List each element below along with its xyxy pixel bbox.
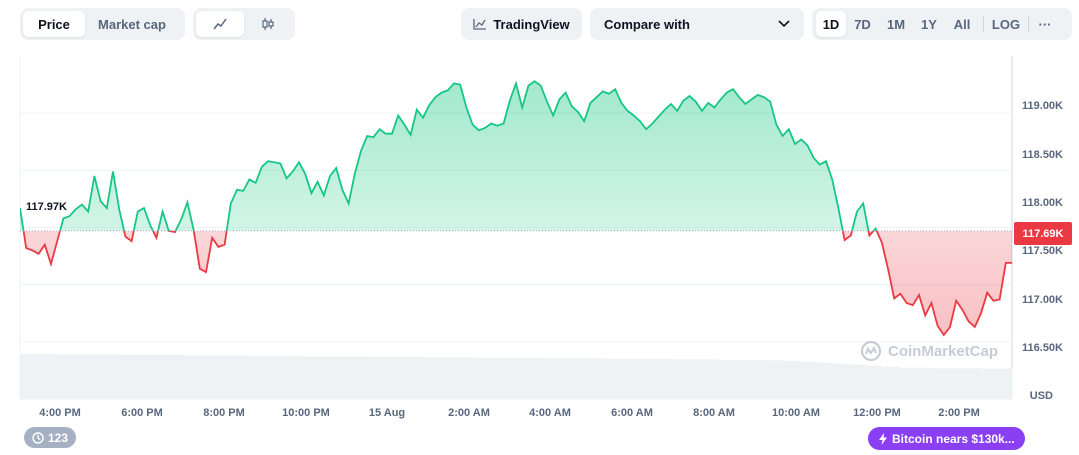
x-tick-label: 4:00 PM xyxy=(39,407,81,419)
x-tick-label: 4:00 AM xyxy=(529,407,571,419)
volume-bar xyxy=(68,354,86,399)
volume-bar xyxy=(849,364,867,399)
x-tick-label: 8:00 AM xyxy=(693,407,735,419)
volume-bar xyxy=(394,356,411,399)
volume-bar xyxy=(784,360,802,399)
volume-bar xyxy=(166,354,184,399)
price-chart-canvas xyxy=(19,56,1013,400)
volume-bar xyxy=(751,359,769,399)
volume-bar xyxy=(654,358,671,399)
volume-bar xyxy=(133,354,151,399)
volume-bar xyxy=(865,365,883,399)
volume-bar xyxy=(231,355,249,399)
history-icon xyxy=(32,431,44,444)
volume-bar xyxy=(377,356,395,399)
x-tick-label: 12:00 PM xyxy=(853,407,901,419)
volume-bar xyxy=(898,367,915,399)
y-tick-label: 118.00K xyxy=(1022,197,1063,209)
news-text: Bitcoin nears $130k... xyxy=(892,431,1015,446)
volume-bar xyxy=(768,360,785,399)
x-tick-label: 6:00 AM xyxy=(611,407,653,419)
news-badge[interactable]: Bitcoin nears $130k... xyxy=(868,427,1025,450)
volume-bar xyxy=(101,354,119,399)
volume-bar xyxy=(556,358,574,399)
x-tick-label: 10:00 PM xyxy=(282,407,330,419)
volume-bar xyxy=(52,354,70,399)
volume-bar xyxy=(312,356,330,399)
volume-bar xyxy=(930,368,948,399)
currency-label: USD xyxy=(1029,390,1053,402)
volume-bar xyxy=(589,358,606,399)
volume-bar xyxy=(198,355,216,399)
volume-bar xyxy=(637,358,655,399)
lightning-icon xyxy=(879,432,887,445)
volume-bar xyxy=(524,357,541,399)
x-tick-label: 2:00 AM xyxy=(448,407,490,419)
watermark-text: CoinMarketCap xyxy=(888,342,999,360)
volume-bar xyxy=(150,354,167,399)
events-count: 123 xyxy=(48,430,69,445)
volume-bar xyxy=(491,357,509,399)
volume-bar xyxy=(263,355,281,399)
volume-bar xyxy=(410,356,428,399)
y-tick-label: 118.50K xyxy=(1022,149,1063,161)
coinmarketcap-watermark: CoinMarketCap xyxy=(860,340,998,362)
volume-bar xyxy=(946,368,964,399)
volume-bar xyxy=(182,355,200,399)
y-tick-label: 117.50K xyxy=(1022,245,1063,257)
volume-bar xyxy=(459,357,476,399)
volume-bar xyxy=(296,356,314,399)
volume-bar xyxy=(800,361,818,399)
volume-bar xyxy=(605,358,623,399)
y-tick-label: 119.00K xyxy=(1022,100,1063,112)
x-tick-label: 15 Aug xyxy=(368,407,406,419)
volume-bar xyxy=(621,358,639,399)
volume-bar xyxy=(963,368,980,399)
volume-bar xyxy=(540,358,558,399)
coinmarketcap-logo-icon xyxy=(860,340,882,362)
volume-bar xyxy=(247,355,265,399)
volume-bar xyxy=(735,359,753,399)
volume-bar xyxy=(833,363,850,399)
x-tick-label: 10:00 AM xyxy=(772,407,820,419)
volume-bar xyxy=(719,359,737,399)
volume-bar xyxy=(475,357,493,399)
volume-bar xyxy=(442,357,460,399)
volume-bar xyxy=(670,359,688,399)
volume-bar xyxy=(85,354,102,399)
volume-bar xyxy=(215,355,232,399)
y-tick-label: 116.50K xyxy=(1022,342,1063,354)
volume-bar xyxy=(686,359,704,399)
y-tick-label: 117.00K xyxy=(1022,294,1063,306)
reference-price-label: 117.97K xyxy=(24,200,69,214)
volume-bar xyxy=(20,353,37,399)
volume-bar xyxy=(881,366,899,399)
volume-bar xyxy=(328,356,346,399)
price-chart: 119.00K 118.50K 118.00K 117.50K 117.00K … xyxy=(0,0,1079,455)
volume-bar xyxy=(345,356,363,399)
x-tick-label: 2:00 PM xyxy=(938,407,980,419)
x-tick-label: 6:00 PM xyxy=(121,407,163,419)
volume-bar xyxy=(36,353,54,399)
volume-bar xyxy=(703,359,720,399)
x-tick-label: 8:00 PM xyxy=(203,407,245,419)
current-price-badge: 117.69K xyxy=(1014,222,1072,245)
volume-bar xyxy=(816,362,834,399)
volume-bar xyxy=(361,356,379,399)
volume-bar xyxy=(426,357,444,399)
volume-bar xyxy=(995,368,1013,399)
volume-bar xyxy=(914,367,932,399)
volume-bar xyxy=(507,357,525,399)
events-badge[interactable]: 123 xyxy=(24,427,77,448)
volume-bar xyxy=(572,358,590,399)
volume-bar xyxy=(979,368,997,399)
volume-bar xyxy=(280,355,297,399)
volume-bar xyxy=(117,354,135,399)
